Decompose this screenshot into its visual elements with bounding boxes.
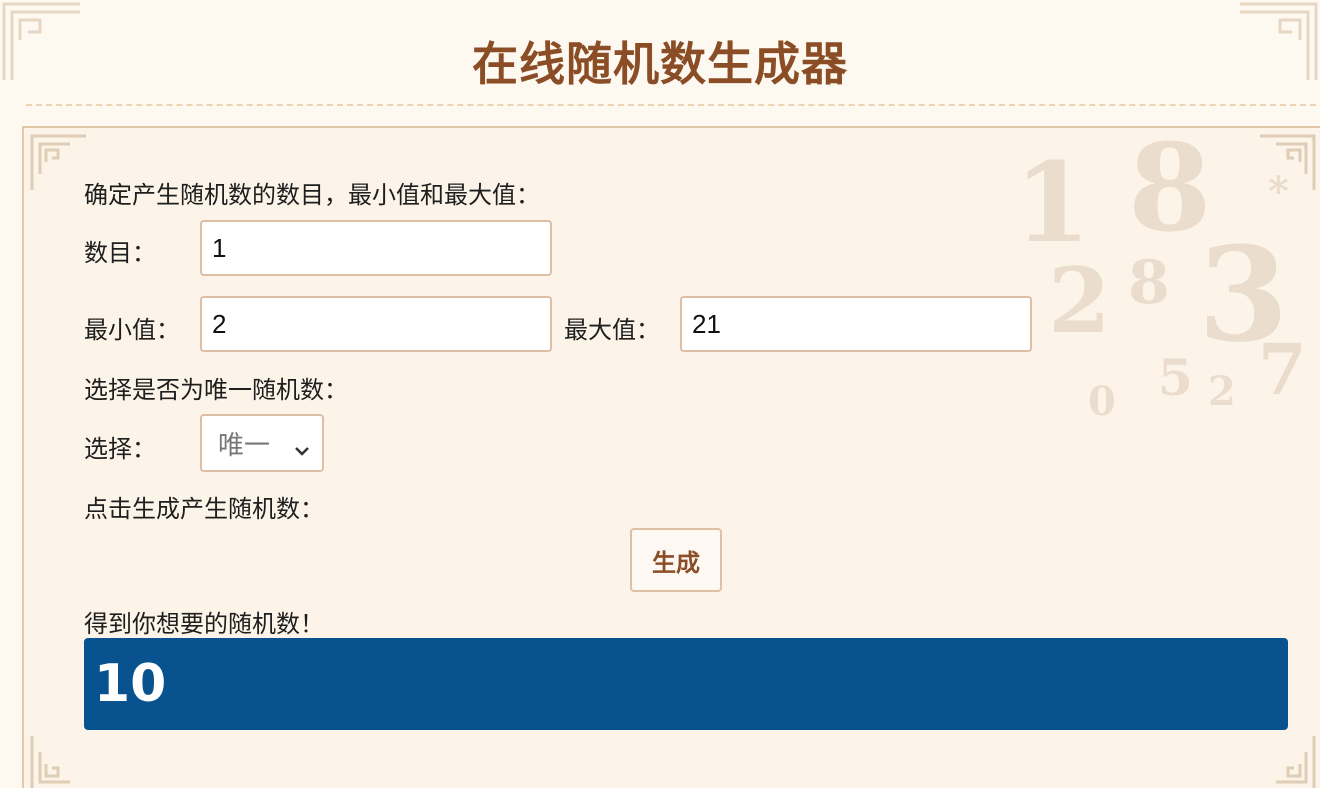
corner-ornament-icon (30, 736, 86, 788)
max-input[interactable]: 21 (680, 296, 1032, 352)
choice-label: 选择： (84, 435, 156, 463)
unique-select-value: 唯一 (218, 430, 271, 461)
count-input[interactable]: 1 (200, 220, 552, 276)
corner-ornament-icon (1260, 736, 1316, 788)
generate-prompt: 点击生成产生随机数： (84, 495, 324, 523)
generate-button[interactable]: 生成 (630, 528, 722, 592)
unique-prompt: 选择是否为唯一随机数： (84, 376, 348, 404)
max-label: 最大值： (564, 316, 660, 344)
unique-select[interactable]: 唯一 (200, 414, 324, 472)
corner-ornament-icon (30, 134, 86, 190)
page-title: 在线随机数生成器 (472, 37, 848, 91)
chevron-down-icon (294, 436, 310, 456)
result-display: 10 (84, 638, 1288, 730)
page: 在线随机数生成器 1 8 3 2 8 5 7 2 * 0 确定产生随机数的数目，… (0, 0, 1320, 788)
title-divider (26, 104, 1316, 106)
decorative-digits-background: 1 8 3 2 8 5 7 2 * 0 (1014, 128, 1307, 425)
min-input[interactable]: 2 (200, 296, 552, 352)
count-label: 数目： (84, 239, 156, 267)
intro-text: 确定产生随机数的数目，最小值和最大值： (84, 181, 540, 209)
min-label: 最小值： (84, 316, 180, 344)
result-prompt: 得到你想要的随机数！ (84, 610, 324, 638)
